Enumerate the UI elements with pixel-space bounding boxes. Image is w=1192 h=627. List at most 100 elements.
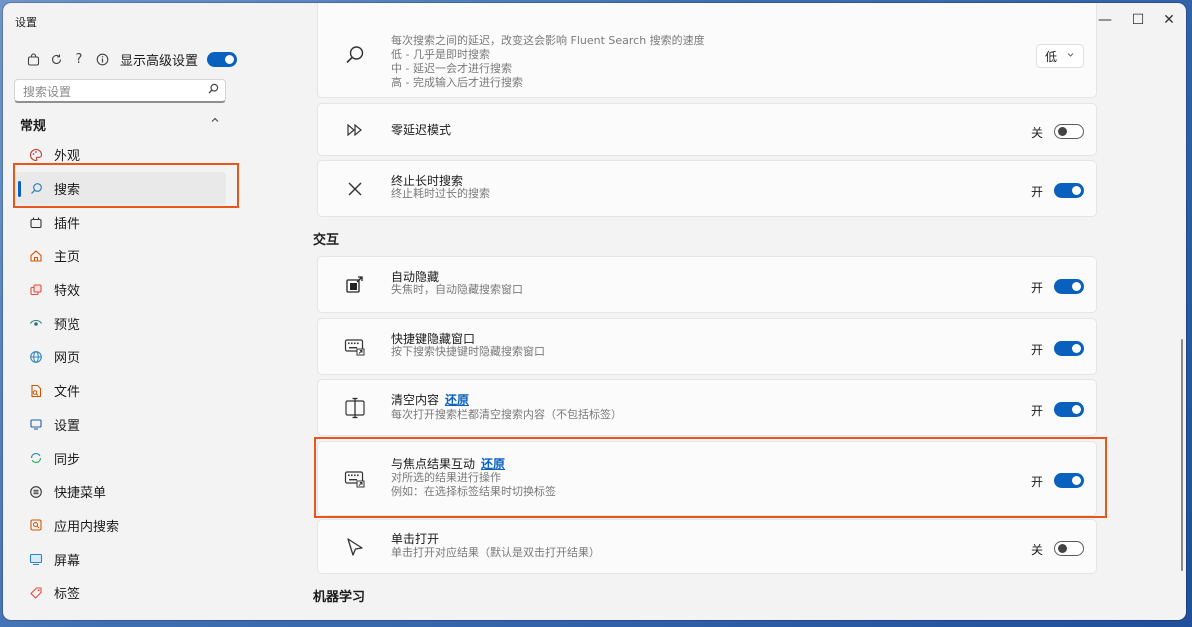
sidebar-item-screen[interactable]: 屏幕 [14, 542, 226, 576]
sidebar-item-plugins[interactable]: 插件 [14, 205, 226, 239]
sidebar-item-web[interactable]: 网页 [14, 340, 226, 374]
setting-title-text: 清空内容 [391, 393, 440, 407]
desc-line: 高 - 完成输入后才进行搜索 [391, 76, 523, 89]
sidebar-toolbar: ? 显示高级设置 [26, 47, 238, 71]
settings-search-input[interactable] [21, 82, 205, 102]
sidebar-item-label: 快捷菜单 [54, 486, 107, 502]
main-content: 每次搜索之间的延迟，改变这会影响 Fluent Search 搜索的速度 低 -… [245, 3, 1186, 620]
toggle-state-label: 关 [1030, 543, 1043, 557]
screen-icon [28, 551, 44, 567]
auto-hide-toggle[interactable] [1054, 279, 1084, 294]
single-click-card: 单击打开 单击打开对应结果（默认是双击打开结果） 关 [317, 519, 1097, 574]
tag-icon [28, 585, 44, 601]
sidebar-item-label: 主页 [54, 250, 81, 266]
zero-delay-toggle[interactable] [1054, 124, 1084, 139]
toggle-state-label: 关 [1030, 126, 1043, 140]
sidebar-item-quick-menu[interactable]: 快捷菜单 [14, 475, 226, 509]
bag-icon[interactable] [26, 52, 40, 66]
home-icon [28, 248, 44, 264]
group-label-machine-learning: 机器学习 [313, 590, 366, 605]
setting-description: 单击打开对应结果（默认是双击打开结果） [391, 546, 600, 559]
info-icon[interactable] [95, 52, 109, 66]
section-general-header[interactable]: 常规 [20, 115, 226, 135]
auto-hide-card: 自动隐藏 失焦时，自动隐藏搜索窗口 开 [317, 256, 1097, 313]
refresh-icon[interactable] [49, 52, 63, 66]
sidebar-item-effects[interactable]: 特效 [14, 273, 226, 307]
search-delay-description: 每次搜索之间的延迟，改变这会影响 Fluent Search 搜索的速度 低 -… [391, 34, 705, 90]
sidebar-item-preview[interactable]: 预览 [14, 306, 226, 340]
zero-delay-card: 零延迟模式 关 [317, 103, 1097, 156]
advanced-settings-label: 显示高级设置 [120, 53, 199, 69]
palette-icon [28, 147, 44, 163]
setting-description: 失焦时，自动隐藏搜索窗口 [391, 283, 523, 296]
sidebar: ? 显示高级设置 常规 外观 [3, 37, 243, 620]
sidebar-item-sync[interactable]: 同步 [14, 441, 226, 475]
advanced-settings-toggle[interactable] [207, 51, 238, 67]
highlight-frame-search-item [13, 163, 239, 208]
restore-link[interactable]: 还原 [445, 393, 469, 407]
sidebar-item-label: 标签 [54, 587, 81, 603]
toggle-state-label: 开 [1030, 185, 1043, 199]
cursor-icon [342, 534, 368, 560]
sidebar-item-label: 应用内搜索 [54, 519, 120, 535]
file-icon [28, 383, 44, 399]
clear-content-toggle[interactable] [1054, 402, 1084, 417]
toggle-state-label: 开 [1030, 343, 1043, 357]
sync-icon [28, 450, 44, 466]
help-icon[interactable]: ? [72, 52, 86, 67]
fast-forward-icon [342, 117, 368, 143]
chevron-down-icon [1066, 50, 1075, 61]
monitor-icon [28, 416, 44, 432]
text-cursor-box-icon [342, 395, 368, 421]
sidebar-item-label: 外观 [54, 149, 81, 165]
sidebar-item-label: 网页 [54, 351, 81, 367]
sidebar-item-files[interactable]: 文件 [14, 374, 226, 408]
auto-hide-window-icon [342, 272, 368, 298]
setting-title: 清空内容 还原 [391, 391, 469, 408]
setting-description: 每次打开搜索栏都清空搜索内容（不包括标签） [391, 408, 622, 421]
search-delay-dropdown[interactable]: 低 [1036, 44, 1084, 68]
single-click-toggle[interactable] [1054, 541, 1084, 556]
toggle-state-label: 开 [1030, 404, 1043, 418]
search-icon[interactable] [208, 83, 219, 97]
sidebar-item-settings[interactable]: 设置 [14, 408, 226, 442]
hotkey-hide-card: 快捷键隐藏窗口 按下搜索快捷键时隐藏搜索窗口 开 [317, 318, 1097, 375]
eye-icon [28, 315, 44, 331]
desc-line: 每次搜索之间的延迟，改变这会影响 Fluent Search 搜索的速度 [391, 34, 705, 47]
group-label-interaction: 交互 [313, 233, 340, 248]
sidebar-item-label: 屏幕 [54, 553, 81, 569]
sidebar-item-label: 预览 [54, 317, 81, 333]
menu-icon [28, 484, 44, 500]
dropdown-value: 低 [1045, 49, 1058, 64]
search-icon [342, 42, 368, 68]
sidebar-item-label: 文件 [54, 385, 81, 401]
section-general-label: 常规 [20, 119, 47, 134]
setting-title: 单击打开 [391, 532, 440, 546]
chevron-up-icon [210, 115, 220, 128]
sidebar-item-label: 插件 [54, 216, 81, 232]
in-app-search-icon [28, 517, 44, 533]
plugin-icon [28, 214, 44, 230]
hotkey-hide-toggle[interactable] [1054, 341, 1084, 356]
toggle-state-label: 开 [1030, 281, 1043, 295]
highlight-frame-focus-interact [314, 437, 1107, 518]
stop-long-search-card: 终止长时搜索 终止耗时过长的搜索 开 [317, 160, 1097, 217]
setting-title: 零延迟模式 [391, 123, 452, 137]
settings-window: 设置 — ☐ ✕ ? 显示高级设置 常规 [3, 3, 1186, 620]
desc-line: 中 - 延迟一会才进行搜索 [391, 62, 512, 75]
keyboard-icon [342, 334, 368, 360]
sidebar-item-label: 设置 [54, 418, 81, 434]
sidebar-item-in-app-search[interactable]: 应用内搜索 [14, 509, 226, 543]
sidebar-item-tags[interactable]: 标签 [14, 576, 226, 610]
stop-long-search-toggle[interactable] [1054, 183, 1084, 198]
sidebar-item-home[interactable]: 主页 [14, 239, 226, 273]
sidebar-item-label: 特效 [54, 284, 81, 300]
window-title: 设置 [15, 16, 37, 29]
globe-icon [28, 349, 44, 365]
close-icon [342, 176, 368, 202]
setting-description: 终止耗时过长的搜索 [391, 187, 490, 200]
search-delay-card: 每次搜索之间的延迟，改变这会影响 Fluent Search 搜索的速度 低 -… [317, 3, 1097, 98]
sidebar-nav: 外观 搜索 插件 主页 特效 预览 网页 文件 设置 同步 快捷菜单 应用内搜索… [14, 138, 226, 610]
setting-description: 按下搜索快捷键时隐藏搜索窗口 [391, 345, 545, 358]
scrollbar[interactable] [1181, 339, 1183, 571]
